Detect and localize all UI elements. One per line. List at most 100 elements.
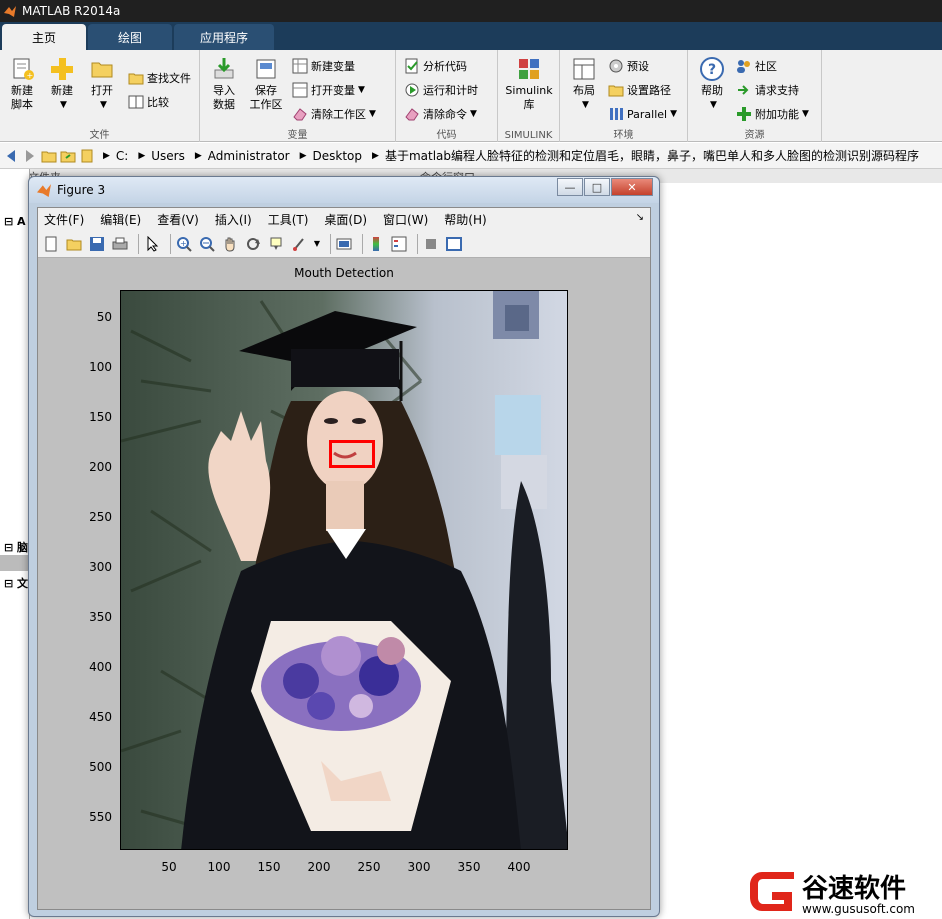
clear-workspace-button[interactable]: 清除工作区 ▼ [292, 104, 376, 124]
app-title: MATLAB R2014a [22, 4, 121, 18]
chevron-down-icon: ▼ [60, 100, 67, 110]
layout-button[interactable]: 布局 ▼ [564, 56, 604, 112]
toolbar-separator [170, 233, 171, 254]
forward-icon[interactable] [22, 148, 38, 164]
new-variable-button[interactable]: 新建变量 [292, 56, 355, 76]
menu-help[interactable]: 帮助(H) [444, 211, 486, 228]
breadcrumb-item[interactable]: Desktop [313, 149, 363, 163]
breadcrumb-item[interactable]: Administrator [208, 149, 290, 163]
folder-section-b[interactable]: ⊟ 脑 [4, 539, 28, 555]
app-titlebar: MATLAB R2014a [0, 0, 942, 22]
maximize-button[interactable]: □ [584, 178, 610, 196]
folder-section-c[interactable]: ⊟ 文 [4, 575, 28, 591]
toolbar-separator [138, 233, 139, 254]
simulink-icon [519, 59, 539, 79]
menu-insert[interactable]: 插入(I) [215, 211, 252, 228]
gusu-logo-icon [750, 872, 794, 911]
menu-desktop[interactable]: 桌面(D) [324, 211, 367, 228]
brush-dropdown-icon[interactable]: ▼ [313, 235, 321, 253]
new-script-button[interactable]: + 新建 脚本 [2, 56, 42, 112]
print-icon[interactable] [111, 235, 129, 253]
menu-view[interactable]: 查看(V) [157, 211, 199, 228]
y-tick-label: 400 [89, 660, 112, 674]
command-window-panel[interactable] [660, 183, 942, 919]
run-time-button[interactable]: 运行和计时 [404, 80, 478, 100]
address-bar: ▶ C: ▶ Users ▶ Administrator ▶ Desktop ▶ 基于ma… [0, 143, 942, 169]
selected-row[interactable] [0, 555, 30, 571]
save-icon[interactable] [88, 235, 106, 253]
find-files-button[interactable]: 查找文件 [128, 68, 191, 88]
up-folder-icon[interactable] [41, 148, 57, 164]
x-tick-label: 50 [161, 860, 177, 874]
y-tick-label: 150 [89, 410, 112, 424]
chevron-down-icon: ▼ [582, 100, 589, 110]
data-cursor-icon[interactable] [267, 235, 285, 253]
new-figure-icon[interactable] [42, 235, 60, 253]
open-file-icon[interactable] [65, 235, 83, 253]
open-variable-button[interactable]: 打开变量 ▼ [292, 80, 365, 100]
help-icon: ? [700, 57, 724, 81]
dock-arrow-icon[interactable]: ↘ [636, 212, 644, 223]
minimize-button[interactable]: — [557, 178, 583, 196]
show-plot-tools-icon[interactable] [445, 235, 463, 253]
gear-icon [609, 59, 623, 73]
menu-edit[interactable]: 编辑(E) [100, 211, 141, 228]
layout-icon [573, 58, 595, 80]
new-variable-icon [292, 58, 308, 74]
preferences-button[interactable]: 预设 [608, 56, 649, 76]
ribbon-group-code: 分析代码 运行和计时 清除命令 ▼ 代码 [396, 50, 498, 142]
x-tick-label: 400 [507, 860, 531, 874]
y-tick-label: 300 [89, 560, 112, 574]
add-ons-button[interactable]: 附加功能 ▼ [736, 104, 809, 124]
matlab-logo-icon [4, 6, 16, 17]
zoom-out-icon[interactable] [198, 235, 216, 253]
parallel-button[interactable]: Parallel ▼ [608, 104, 677, 124]
folder-section-a[interactable]: ⊟ A [4, 215, 26, 228]
axes-image[interactable] [120, 290, 568, 850]
new-script-icon: + [13, 58, 34, 80]
run-time-icon [405, 83, 419, 97]
tab-apps[interactable]: 应用程序 [174, 24, 274, 50]
menu-tools[interactable]: 工具(T) [268, 211, 309, 228]
analyze-code-button[interactable]: 分析代码 [404, 56, 467, 76]
back-icon[interactable] [3, 148, 19, 164]
tab-plots[interactable]: 绘图 [88, 24, 172, 50]
hide-plot-tools-icon[interactable] [422, 235, 440, 253]
y-tick-label: 500 [89, 760, 112, 774]
request-support-button[interactable]: 请求支持 [736, 80, 799, 100]
figure-titlebar[interactable]: Figure 3 — □ ✕ [29, 177, 659, 203]
community-button[interactable]: 社区 [736, 56, 777, 76]
ribbon-group-resources: ? 帮助 ▼ 社区 请求支持 附加功能 ▼ 资源 [688, 50, 822, 142]
figure-title: Figure 3 [57, 183, 106, 197]
rotate-3d-icon[interactable] [244, 235, 262, 253]
set-path-button[interactable]: 设置路径 [608, 80, 671, 100]
tab-home[interactable]: 主页 [2, 24, 86, 50]
compare-button[interactable]: 比较 [128, 92, 169, 112]
browse-folder-icon[interactable] [60, 148, 76, 164]
new-button[interactable]: 新建 ▼ [42, 56, 82, 112]
link-plot-icon[interactable] [335, 235, 353, 253]
figure-window: Figure 3 — □ ✕ 文件(F) 编辑(E) 查看(V) 插入(I) 工… [28, 176, 660, 917]
brush-icon[interactable] [290, 235, 308, 253]
figure-toolbar: + ▼ [38, 230, 650, 258]
pointer-icon[interactable] [143, 235, 161, 253]
pan-icon[interactable] [221, 235, 239, 253]
save-workspace-button[interactable]: 保存 工作区 [246, 56, 286, 112]
toolbar-separator [362, 233, 363, 254]
open-button[interactable]: 打开 ▼ [82, 56, 122, 112]
breadcrumb-item[interactable]: 基于matlab编程人脸特征的检测和定位眉毛，眼睛，鼻子，嘴巴单人和多人脸图的检… [385, 147, 919, 164]
zoom-in-icon[interactable]: + [175, 235, 193, 253]
legend-icon[interactable] [390, 235, 408, 253]
simulink-library-button[interactable]: Simulink 库 [502, 56, 556, 112]
menu-file[interactable]: 文件(F) [44, 211, 84, 228]
close-button[interactable]: ✕ [611, 178, 653, 196]
x-tick-label: 300 [407, 860, 431, 874]
colorbar-icon[interactable] [367, 235, 385, 253]
y-tick-label: 350 [89, 610, 112, 624]
menu-window[interactable]: 窗口(W) [383, 211, 428, 228]
clear-commands-button[interactable]: 清除命令 ▼ [404, 104, 477, 124]
breadcrumb-item[interactable]: C: [116, 149, 128, 163]
breadcrumb-item[interactable]: Users [151, 149, 185, 163]
import-data-button[interactable]: 导入 数据 [204, 56, 244, 112]
help-button[interactable]: ? 帮助 ▼ [692, 56, 732, 112]
